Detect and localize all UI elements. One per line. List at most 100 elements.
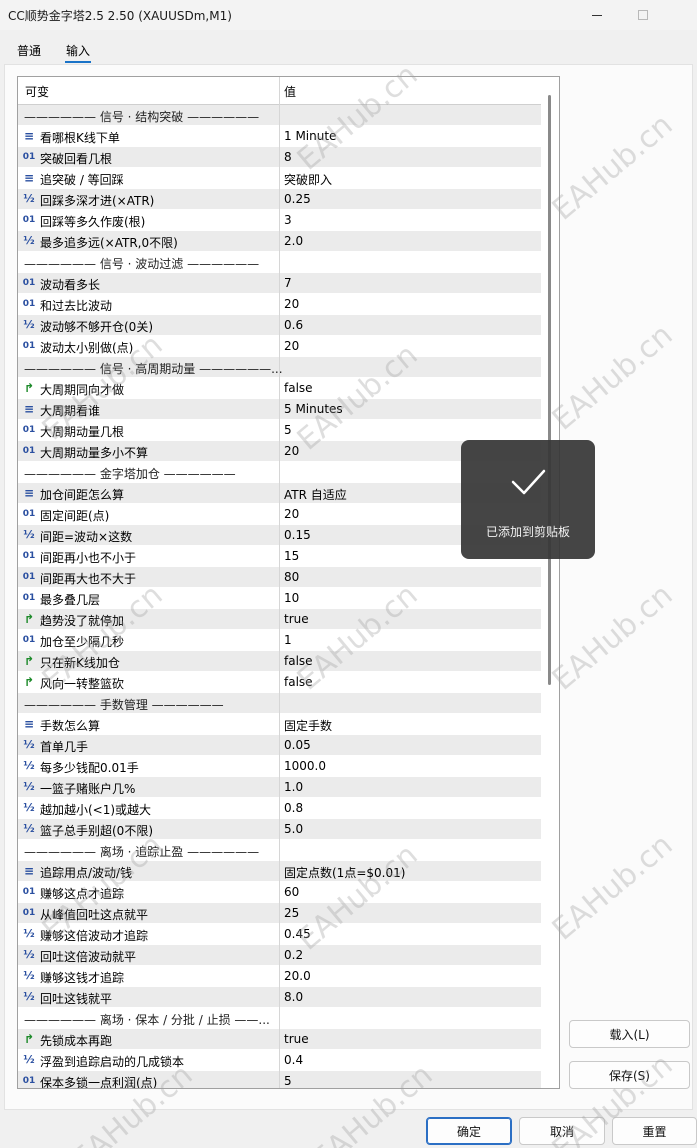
table-row[interactable]: 01 加仓至少隔几秒 1 [18, 630, 541, 651]
param-value[interactable]: 0.25 [284, 192, 311, 206]
section-row[interactable]: —————— 信号 · 结构突破 —————— [18, 105, 541, 126]
param-value[interactable]: 20 [284, 339, 299, 353]
param-value[interactable]: 80 [284, 570, 299, 584]
table-row[interactable]: ½ 首单几手 0.05 [18, 735, 541, 756]
table-row[interactable]: 01 波动太小别做(点) 20 [18, 336, 541, 357]
save-button[interactable]: 保存(S) [569, 1061, 690, 1089]
param-value[interactable]: false [284, 675, 313, 689]
table-row[interactable]: ≡ 看哪根K线下单 1 Minute [18, 126, 541, 147]
param-value[interactable]: 25 [284, 906, 299, 920]
table-row[interactable]: ½ 赚够这钱才追踪 20.0 [18, 966, 541, 987]
param-value[interactable]: 15 [284, 549, 299, 563]
scrollbar-thumb[interactable] [548, 95, 551, 685]
param-value[interactable]: 突破即入 [284, 171, 332, 188]
param-value[interactable]: true [284, 612, 309, 626]
column-divider[interactable] [279, 77, 280, 105]
param-value[interactable]: 0.05 [284, 738, 311, 752]
table-row[interactable]: ½ 每多少钱配0.01手 1000.0 [18, 756, 541, 777]
param-value[interactable]: false [284, 381, 313, 395]
section-row[interactable]: —————— 离场 · 保本 / 分批 / 止损 ——... [18, 1008, 541, 1029]
param-value[interactable]: 0.15 [284, 528, 311, 542]
table-row[interactable]: 01 大周期动量几根 5 [18, 420, 541, 441]
table-row[interactable]: ½ 浮盈到追踪启动的几成锁本 0.4 [18, 1050, 541, 1071]
table-row[interactable]: ½ 篮子总手别超(0不限) 5.0 [18, 819, 541, 840]
table-row[interactable]: ½ 越加越小(<1)或越大 0.8 [18, 798, 541, 819]
param-value[interactable]: 5 [284, 1074, 292, 1088]
param-value[interactable]: 0.45 [284, 927, 311, 941]
section-row[interactable]: —————— 离场 · 追踪止盈 —————— [18, 840, 541, 861]
table-row[interactable]: ½ 回吐这倍波动就平 0.2 [18, 945, 541, 966]
param-value[interactable]: 0.2 [284, 948, 303, 962]
param-value[interactable]: 1 [284, 633, 292, 647]
param-value[interactable]: 固定手数 [284, 717, 332, 734]
table-row[interactable]: ≡ 大周期看谁 5 Minutes [18, 399, 541, 420]
param-value[interactable]: 0.4 [284, 1053, 303, 1067]
section-row[interactable]: —————— 手数管理 —————— [18, 693, 541, 714]
table-row[interactable]: ½ 一篮子赌账户几% 1.0 [18, 777, 541, 798]
table-row[interactable]: ½ 回吐这钱就平 8.0 [18, 987, 541, 1008]
vertical-scrollbar[interactable] [541, 77, 559, 1088]
param-value[interactable]: 2.0 [284, 234, 303, 248]
param-value[interactable]: 20.0 [284, 969, 311, 983]
param-value[interactable]: 60 [284, 885, 299, 899]
table-row[interactable]: ≡ 手数怎么算 固定手数 [18, 714, 541, 735]
table-row[interactable]: 01 和过去比波动 20 [18, 294, 541, 315]
param-name: —————— 金字塔加仓 —————— [24, 467, 236, 481]
table-row[interactable]: 01 突破回看几根 8 [18, 147, 541, 168]
table-row[interactable]: ½ 波动够不够开仓(0关) 0.6 [18, 315, 541, 336]
param-value[interactable]: 8.0 [284, 990, 303, 1004]
param-value[interactable]: 8 [284, 150, 292, 164]
param-value[interactable]: 1 Minute [284, 129, 336, 143]
table-row[interactable]: 01 从峰值回吐这点就平 25 [18, 903, 541, 924]
minimize-button[interactable] [574, 0, 620, 30]
param-name: —————— 手数管理 —————— [24, 698, 224, 712]
table-row[interactable]: ↱ 风向一转整篮砍 false [18, 672, 541, 693]
table-row[interactable]: 01 波动看多长 7 [18, 273, 541, 294]
table-row[interactable]: ↱ 趋势没了就停加 true [18, 609, 541, 630]
column-header-value[interactable]: 值 [284, 83, 296, 100]
param-value[interactable]: 5.0 [284, 822, 303, 836]
param-value[interactable]: 7 [284, 276, 292, 290]
param-value[interactable]: 10 [284, 591, 299, 605]
maximize-button[interactable] [620, 0, 666, 30]
param-value[interactable]: 1.0 [284, 780, 303, 794]
reset-button[interactable]: 重置 [612, 1117, 697, 1145]
table-row[interactable]: ≡ 追踪用点/波动/钱 固定点数(1点=$0.01) [18, 861, 541, 882]
table-row[interactable]: 01 保本多锁一点利润(点) 5 [18, 1071, 541, 1088]
table-row[interactable]: ½ 回踩多深才进(×ATR) 0.25 [18, 189, 541, 210]
section-row[interactable]: —————— 信号 · 高周期动量 ——————... [18, 357, 541, 378]
load-button[interactable]: 载入(L) [569, 1020, 690, 1048]
grid-rows: —————— 信号 · 结构突破 —————— ≡ 看哪根K线下单 1 Minute 0… [18, 105, 541, 1088]
table-row[interactable]: 01 回踩等多久作废(根) 3 [18, 210, 541, 231]
param-value[interactable]: 5 [284, 423, 292, 437]
param-value[interactable]: 0.8 [284, 801, 303, 815]
ok-button[interactable]: 确定 [426, 1117, 512, 1145]
param-value[interactable]: true [284, 1032, 309, 1046]
cell-divider [279, 1008, 280, 1029]
param-value[interactable]: 3 [284, 213, 292, 227]
param-value[interactable]: 20 [284, 507, 299, 521]
column-header-name[interactable]: 可变 [25, 83, 49, 100]
cancel-button[interactable]: 取消 [519, 1117, 605, 1145]
param-value[interactable]: 5 Minutes [284, 402, 343, 416]
param-value[interactable]: 0.6 [284, 318, 303, 332]
param-value[interactable]: 20 [284, 444, 299, 458]
table-row[interactable]: ↱ 大周期同向才做 false [18, 378, 541, 399]
table-row[interactable]: ½ 赚够这倍波动才追踪 0.45 [18, 924, 541, 945]
section-row[interactable]: —————— 信号 · 波动过滤 —————— [18, 252, 541, 273]
table-row[interactable]: 01 赚够这点才追踪 60 [18, 882, 541, 903]
table-row[interactable]: 01 最多叠几层 10 [18, 588, 541, 609]
param-value[interactable]: ATR 自适应 [284, 486, 347, 503]
table-row[interactable]: ½ 最多追多远(×ATR,0不限) 2.0 [18, 231, 541, 252]
tab-inputs[interactable]: 输入 [64, 42, 92, 63]
param-value[interactable]: 1000.0 [284, 759, 326, 773]
param-value[interactable]: false [284, 654, 313, 668]
tab-general[interactable]: 普通 [17, 42, 41, 59]
param-value[interactable]: 20 [284, 297, 299, 311]
table-row[interactable]: 01 间距再大也不大于 80 [18, 567, 541, 588]
int-type-icon: 01 [22, 299, 36, 309]
param-value[interactable]: 固定点数(1点=$0.01) [284, 864, 405, 881]
table-row[interactable]: ≡ 追突破 / 等回踩 突破即入 [18, 168, 541, 189]
table-row[interactable]: ↱ 只在新K线加仓 false [18, 651, 541, 672]
table-row[interactable]: ↱ 先锁成本再跑 true [18, 1029, 541, 1050]
